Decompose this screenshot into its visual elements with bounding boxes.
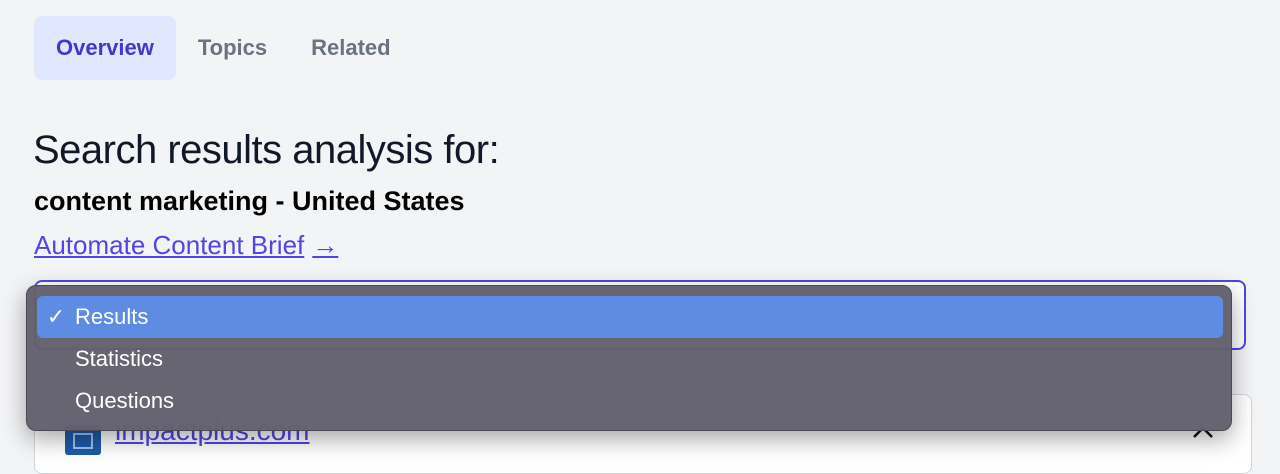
menu-item-label: Questions <box>75 388 175 413</box>
tab-overview[interactable]: Overview <box>34 16 176 80</box>
menu-item-statistics[interactable]: Statistics <box>37 338 1223 380</box>
checkmark-icon: ✓ <box>46 304 66 329</box>
tab-related[interactable]: Related <box>289 16 412 80</box>
menu-item-questions[interactable]: Questions <box>37 380 1223 422</box>
menu-item-label: Results <box>75 304 149 329</box>
brief-link-label: Automate Content Brief <box>34 230 305 260</box>
view-select-menu: ✓ Results Statistics Questions <box>26 285 1232 431</box>
menu-item-results[interactable]: ✓ Results <box>37 296 1223 338</box>
tab-bar: Overview Topics Related <box>34 16 413 80</box>
page-title: Search results analysis for: <box>33 128 500 172</box>
menu-item-label: Statistics <box>75 346 164 371</box>
arrow-right-icon: → <box>312 230 339 260</box>
tab-topics[interactable]: Topics <box>176 16 289 80</box>
automate-content-brief-link[interactable]: Automate Content Brief → <box>34 230 338 261</box>
query-subtitle: content marketing - United States <box>34 186 465 216</box>
